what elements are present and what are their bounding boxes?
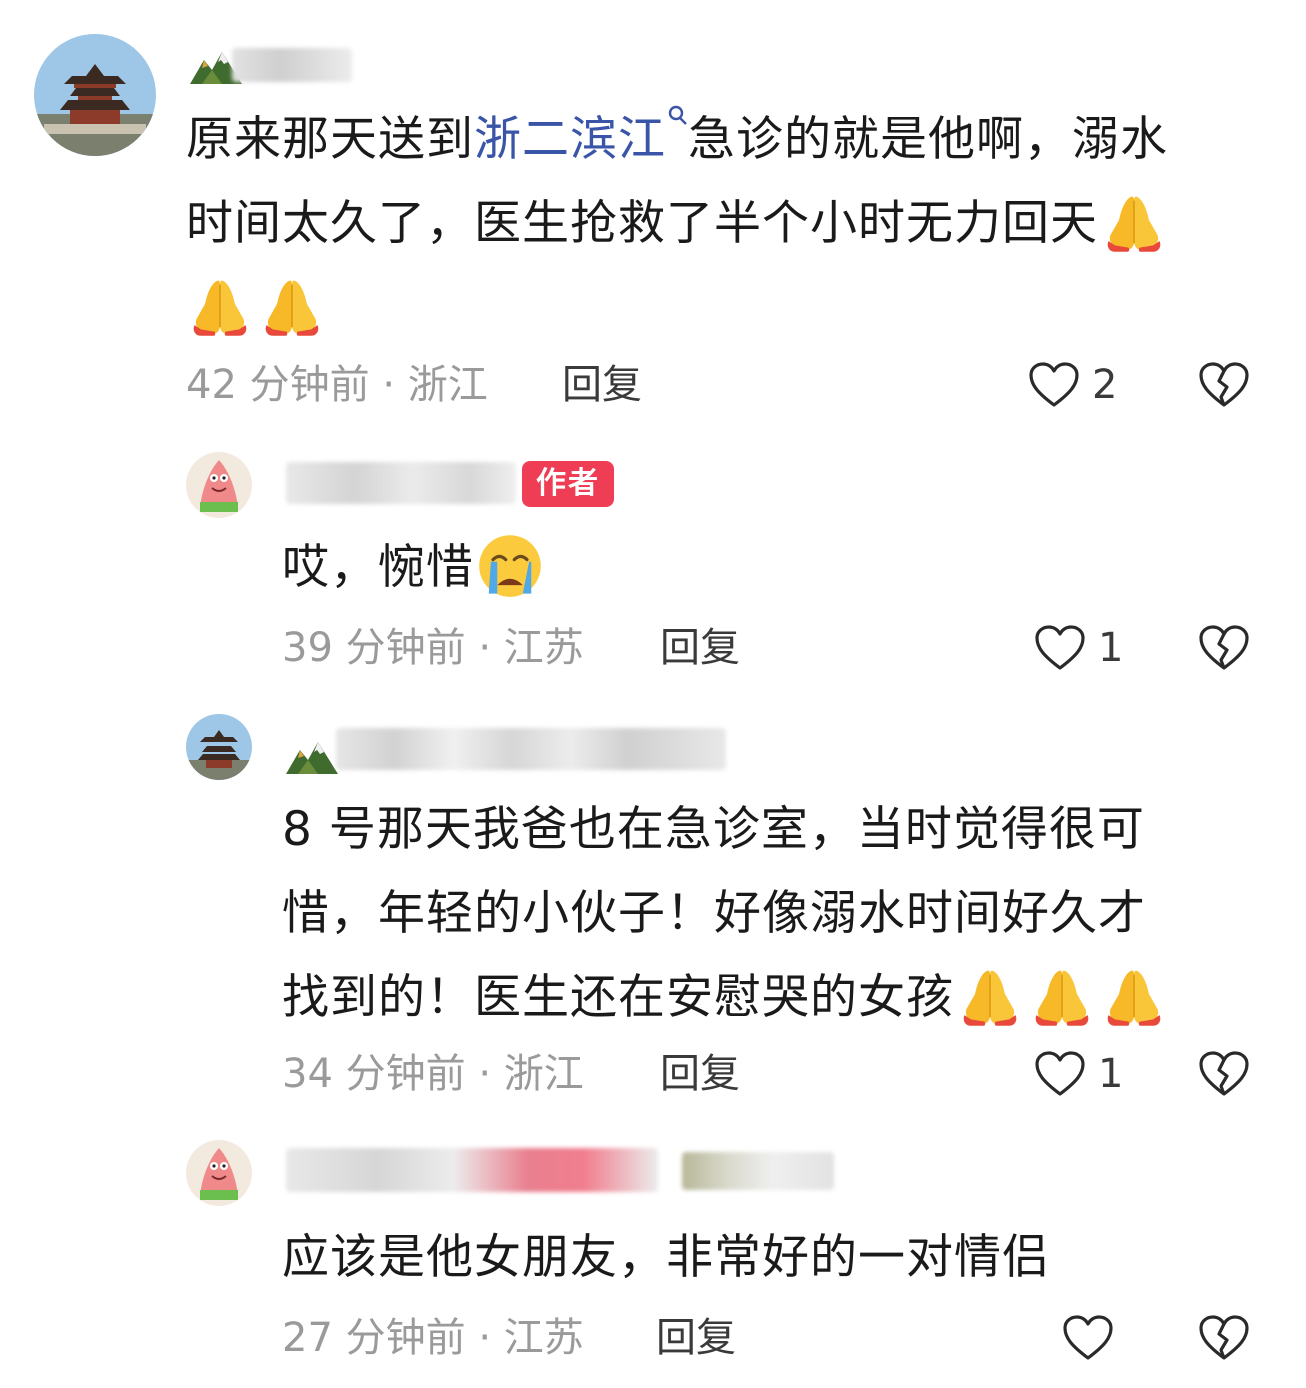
heart-icon xyxy=(1062,1314,1114,1362)
crying-face-emoji xyxy=(479,534,541,597)
like-count: 1 xyxy=(1098,1051,1124,1097)
comment-text: 哎，惋惜 xyxy=(282,526,546,610)
pray-emoji xyxy=(1028,962,1096,1030)
comment-line: 惜，年轻的小伙子！好像溺水时间好久才 xyxy=(282,886,1146,941)
comment-4: 应该是他女朋友，非常好的一对情侣 27 分钟前 · 江苏 回复 xyxy=(0,1128,1306,1388)
username-blurred[interactable] xyxy=(336,728,726,770)
broken-heart-icon[interactable] xyxy=(1198,361,1250,409)
broken-heart-icon[interactable] xyxy=(1198,1050,1250,1098)
comment-text: 8 号那天我爸也在急诊室，当时觉得很可 惜，年轻的小伙子！好像溺水时间好久才 找… xyxy=(282,788,1282,1040)
pray-emoji xyxy=(186,272,254,340)
pray-emoji xyxy=(956,962,1024,1030)
comment-line: 8 号那天我爸也在急诊室，当时觉得很可 xyxy=(282,802,1145,857)
like-count: 1 xyxy=(1098,625,1124,671)
author-badge: 作者 xyxy=(522,461,614,507)
time-location: 27 分钟前 · 江苏 xyxy=(282,1315,584,1361)
comment-text: 原来那天送到浙二滨江 急诊的就是他啊，溺水 时间太久了，医生抢救了半个小时无力回天 xyxy=(186,98,1266,350)
pray-emoji xyxy=(1100,188,1168,256)
pray-emoji xyxy=(258,272,326,340)
like-button[interactable]: 1 xyxy=(1034,618,1123,678)
heart-icon xyxy=(1034,1050,1086,1098)
time-location: 42 分钟前 · 浙江 xyxy=(186,362,488,408)
like-button[interactable]: 1 xyxy=(1034,1044,1123,1104)
broken-heart-icon[interactable] xyxy=(1198,624,1250,672)
like-button[interactable]: 2 xyxy=(1028,355,1117,415)
reply-button[interactable]: 回复 xyxy=(660,618,740,678)
avatar[interactable] xyxy=(186,452,252,518)
reply-button[interactable]: 回复 xyxy=(656,1308,736,1368)
time-location: 39 分钟前 · 江苏 xyxy=(282,625,584,671)
avatar[interactable] xyxy=(186,1140,252,1206)
badge-blurred xyxy=(682,1152,834,1190)
mountain-icon xyxy=(284,736,340,776)
username-blurred[interactable] xyxy=(286,462,516,504)
comment-3: 8 号那天我爸也在急诊室，当时觉得很可 惜，年轻的小伙子！好像溺水时间好久才 找… xyxy=(0,700,1306,1120)
reply-button[interactable]: 回复 xyxy=(562,355,642,415)
avatar[interactable] xyxy=(34,34,156,156)
username-blurred[interactable] xyxy=(286,1148,658,1192)
heart-icon xyxy=(1028,361,1080,409)
comment-1: 原来那天送到浙二滨江 急诊的就是他啊，溺水 时间太久了，医生抢救了半个小时无力回天… xyxy=(0,0,1306,430)
heart-icon xyxy=(1034,624,1086,672)
pray-emoji xyxy=(1100,962,1168,1030)
reply-button[interactable]: 回复 xyxy=(660,1044,740,1104)
like-button[interactable] xyxy=(1062,1308,1114,1368)
comment-text: 应该是他女朋友，非常好的一对情侣 xyxy=(282,1230,1050,1285)
username-blurred[interactable] xyxy=(232,48,352,82)
time-location: 34 分钟前 · 浙江 xyxy=(282,1051,584,1097)
broken-heart-icon[interactable] xyxy=(1198,1314,1250,1362)
like-count: 2 xyxy=(1092,362,1118,408)
location-link[interactable]: 浙二滨江 xyxy=(474,112,666,167)
search-icon[interactable] xyxy=(666,104,688,134)
comment-2: 作者 哎，惋惜 39 分钟前 · 江苏 回复 1 xyxy=(0,440,1306,690)
avatar[interactable] xyxy=(186,714,252,780)
